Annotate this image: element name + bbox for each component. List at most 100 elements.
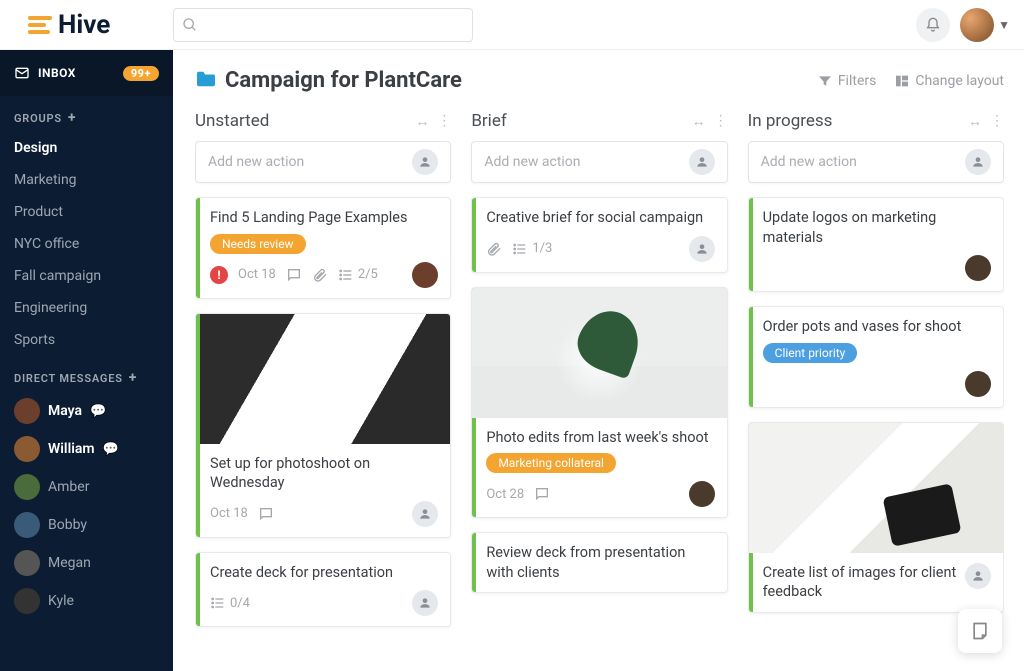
column-menu-icon[interactable]: ⋮ bbox=[437, 113, 451, 130]
assignee-avatar bbox=[412, 590, 438, 616]
dm-megan[interactable]: Megan bbox=[0, 544, 173, 582]
tag-client-priority: Client priority bbox=[763, 343, 858, 363]
card-order-pots[interactable]: Order pots and vases for shoot Client pr… bbox=[748, 306, 1004, 408]
dm-amber[interactable]: Amber bbox=[0, 468, 173, 506]
dm-kyle[interactable]: Kyle bbox=[0, 582, 173, 620]
person-icon bbox=[412, 149, 438, 175]
folder-icon bbox=[195, 69, 217, 93]
topbar: Hive ▼ bbox=[0, 0, 1024, 50]
sidebar: INBOX 99+ GROUPS + Design Marketing Prod… bbox=[0, 50, 173, 671]
card-photo-edits[interactable]: Photo edits from last week's shoot Marke… bbox=[471, 287, 727, 519]
column-title: Brief bbox=[471, 111, 506, 131]
expand-icon[interactable]: ↔ bbox=[415, 113, 429, 130]
notifications-button[interactable] bbox=[916, 8, 950, 42]
assignee-avatar bbox=[689, 236, 715, 262]
column-menu-icon[interactable]: ⋮ bbox=[990, 113, 1004, 130]
add-action-input[interactable]: Add new action bbox=[471, 141, 727, 183]
change-layout-button[interactable]: Change layout bbox=[894, 73, 1004, 89]
card-image-list[interactable]: Create list of images for client feedbac… bbox=[748, 422, 1004, 613]
assignee-avatar bbox=[689, 481, 715, 507]
card-date: Oct 18 bbox=[238, 267, 276, 282]
sidebar-item-sports[interactable]: Sports bbox=[0, 324, 173, 356]
assignee-avatar bbox=[412, 262, 438, 288]
comment-icon bbox=[258, 506, 274, 522]
add-dm-icon[interactable]: + bbox=[129, 370, 137, 386]
person-icon bbox=[965, 149, 991, 175]
content-head: Campaign for PlantCare Filters Change la… bbox=[195, 68, 1004, 93]
checklist-icon: 0/4 bbox=[210, 595, 250, 611]
column-title: Unstarted bbox=[195, 111, 269, 131]
expand-icon[interactable]: ↔ bbox=[692, 113, 706, 130]
search-icon bbox=[182, 17, 198, 33]
sidebar-item-marketing[interactable]: Marketing bbox=[0, 164, 173, 196]
user-avatar[interactable] bbox=[960, 8, 994, 42]
envelope-icon bbox=[14, 65, 30, 81]
card-image bbox=[196, 314, 450, 444]
filters-button[interactable]: Filters bbox=[817, 73, 877, 89]
groups-section-head: GROUPS + bbox=[0, 96, 173, 132]
avatar bbox=[14, 436, 40, 462]
card-date: Oct 28 bbox=[486, 487, 524, 502]
card-date: Oct 18 bbox=[210, 506, 248, 521]
add-action-input[interactable]: Add new action bbox=[195, 141, 451, 183]
card-creative-brief[interactable]: Creative brief for social campaign 1/3 bbox=[471, 197, 727, 273]
hive-logo[interactable]: Hive bbox=[0, 10, 173, 40]
checklist-icon: 2/5 bbox=[338, 267, 378, 283]
card-update-logos[interactable]: Update logos on marketing materials bbox=[748, 197, 1004, 292]
dm-section-head: DIRECT MESSAGES + bbox=[0, 356, 173, 392]
kanban-board: Unstarted ↔ ⋮ Add new action Find 5 La bbox=[195, 111, 1004, 671]
chat-notify-icon: 💬 bbox=[103, 442, 119, 457]
avatar bbox=[14, 588, 40, 614]
tag-marketing-collateral: Marketing collateral bbox=[486, 453, 616, 473]
sidebar-inbox[interactable]: INBOX 99+ bbox=[0, 50, 173, 96]
dm-william[interactable]: William 💬 bbox=[0, 430, 173, 468]
card-create-deck[interactable]: Create deck for presentation 0/4 bbox=[195, 552, 451, 628]
card-review-deck[interactable]: Review deck from presentation with clien… bbox=[471, 532, 727, 593]
add-group-icon[interactable]: + bbox=[68, 110, 76, 126]
sidebar-item-fall-campaign[interactable]: Fall campaign bbox=[0, 260, 173, 292]
column-in-progress: In progress ↔ ⋮ Add new action Update bbox=[748, 111, 1004, 671]
assignee-avatar bbox=[965, 255, 991, 281]
attachment-icon bbox=[486, 241, 502, 257]
tag-needs-review: Needs review bbox=[210, 234, 306, 254]
sidebar-item-engineering[interactable]: Engineering bbox=[0, 292, 173, 324]
alert-icon: ! bbox=[210, 266, 228, 284]
card-landing-page-examples[interactable]: Find 5 Landing Page Examples Needs revie… bbox=[195, 197, 451, 299]
sidebar-item-nyc-office[interactable]: NYC office bbox=[0, 228, 173, 260]
user-menu-caret[interactable]: ▼ bbox=[998, 18, 1010, 32]
add-action-input[interactable]: Add new action bbox=[748, 141, 1004, 183]
column-menu-icon[interactable]: ⋮ bbox=[714, 113, 728, 130]
avatar bbox=[14, 512, 40, 538]
new-note-button[interactable] bbox=[958, 609, 1002, 653]
inbox-badge: 99+ bbox=[123, 66, 159, 81]
dm-maya[interactable]: Maya 💬 bbox=[0, 392, 173, 430]
sidebar-item-design[interactable]: Design bbox=[0, 132, 173, 164]
page-title: Campaign for PlantCare bbox=[225, 68, 462, 93]
avatar bbox=[14, 550, 40, 576]
filter-icon bbox=[817, 73, 833, 89]
checklist-icon: 1/3 bbox=[512, 241, 552, 257]
layout-icon bbox=[894, 73, 910, 89]
assignee-avatar bbox=[965, 371, 991, 397]
card-photoshoot-setup[interactable]: Set up for photoshoot on Wednesday Oct 1… bbox=[195, 313, 451, 538]
column-unstarted: Unstarted ↔ ⋮ Add new action Find 5 La bbox=[195, 111, 451, 671]
person-icon bbox=[689, 149, 715, 175]
hive-logo-icon bbox=[28, 16, 52, 34]
card-image bbox=[749, 423, 1003, 553]
inbox-label: INBOX bbox=[38, 66, 76, 80]
search-input-container[interactable] bbox=[173, 8, 473, 42]
attachment-icon bbox=[312, 267, 328, 283]
comment-icon bbox=[534, 486, 550, 502]
avatar bbox=[14, 474, 40, 500]
assignee-avatar bbox=[412, 501, 438, 527]
expand-icon[interactable]: ↔ bbox=[968, 113, 982, 130]
card-image bbox=[472, 288, 726, 418]
comment-icon bbox=[286, 267, 302, 283]
dm-bobby[interactable]: Bobby bbox=[0, 506, 173, 544]
search-input[interactable] bbox=[204, 17, 464, 33]
column-brief: Brief ↔ ⋮ Add new action Creative brie bbox=[471, 111, 727, 671]
sidebar-item-product[interactable]: Product bbox=[0, 196, 173, 228]
avatar bbox=[14, 398, 40, 424]
bell-icon bbox=[925, 17, 941, 33]
column-title: In progress bbox=[748, 111, 833, 131]
